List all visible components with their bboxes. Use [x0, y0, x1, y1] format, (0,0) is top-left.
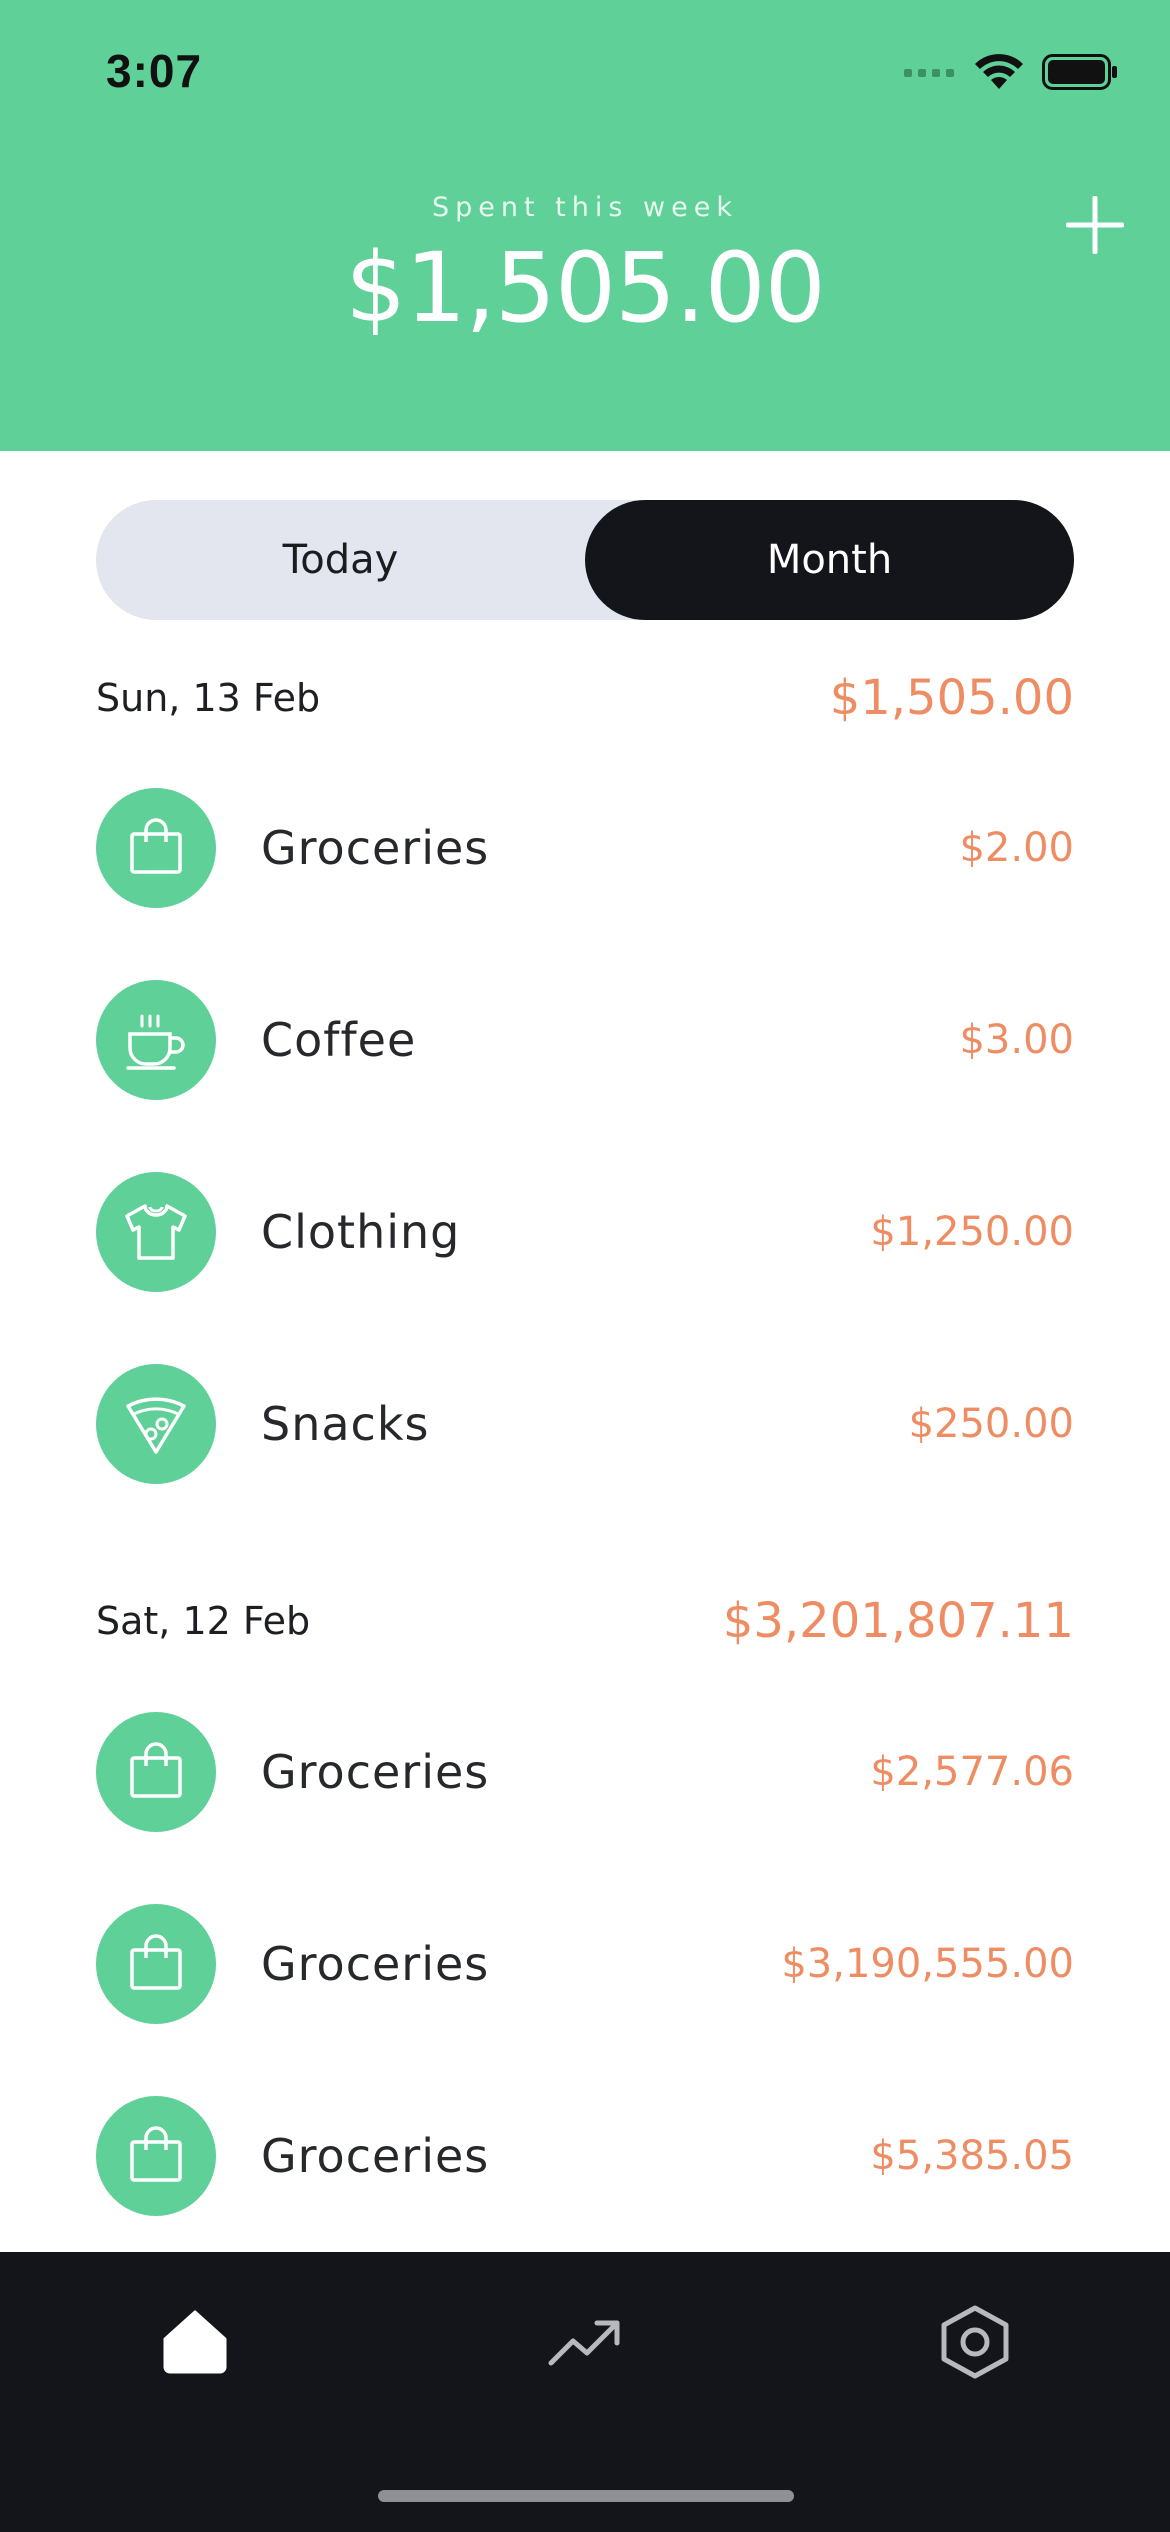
transaction-name: Snacks — [261, 1397, 430, 1451]
shopping-bag-icon — [130, 818, 182, 874]
tab-home[interactable] — [145, 2292, 245, 2392]
status-icons — [904, 52, 1118, 92]
period-segmented-control: Today Month — [96, 500, 1074, 620]
day-header: Sat, 12 Feb $3,201,807.11 — [96, 1590, 1074, 1652]
shopping-bag-icon — [130, 2126, 182, 2182]
transaction-name: Coffee — [261, 1013, 417, 1067]
category-icon-badge — [96, 980, 216, 1100]
home-icon — [163, 2310, 227, 2374]
home-indicator — [378, 2490, 794, 2502]
pizza-icon — [126, 1397, 186, 1454]
transaction-amount: $1,250.00 — [870, 1209, 1074, 1255]
category-icon-badge — [96, 1904, 216, 2024]
list-item[interactable]: Clothing $1,250.00 — [96, 1172, 1074, 1292]
transaction-amount: $2.00 — [959, 825, 1074, 871]
transaction-name: Clothing — [261, 1205, 461, 1259]
list-item[interactable]: Groceries $5,385.05 — [96, 2096, 1074, 2216]
wifi-icon — [975, 54, 1023, 89]
category-icon-badge — [96, 1712, 216, 1832]
category-icon-badge — [96, 1172, 216, 1292]
battery-icon — [1042, 54, 1117, 90]
spent-label: Spent this week — [432, 192, 738, 223]
plus-icon — [1065, 195, 1125, 255]
transaction-name: Groceries — [261, 821, 490, 875]
transaction-amount: $3,190,555.00 — [781, 1941, 1074, 1987]
tab-month[interactable]: Month — [585, 500, 1074, 620]
trending-up-icon — [548, 2320, 620, 2366]
category-icon-badge — [96, 788, 216, 908]
cellular-signal-icon — [904, 69, 954, 77]
list-item[interactable]: Snacks $250.00 — [96, 1364, 1074, 1484]
tab-trends[interactable] — [535, 2292, 635, 2392]
spent-amount: $1,505.00 — [345, 232, 826, 344]
tab-today[interactable]: Today — [96, 500, 585, 620]
list-item[interactable]: Groceries $2,577.06 — [96, 1712, 1074, 1832]
settings-hexagon-icon — [941, 2305, 1009, 2379]
add-expense-button[interactable] — [1065, 195, 1125, 255]
header: 3:07 Spent this week $1,505.00 — [0, 0, 1170, 451]
day-date: Sat, 12 Feb — [96, 1599, 311, 1643]
transaction-amount: $5,385.05 — [870, 2133, 1074, 2179]
list-item[interactable]: Groceries $3,190,555.00 — [96, 1904, 1074, 2024]
day-total: $3,201,807.11 — [722, 1593, 1074, 1649]
transaction-name: Groceries — [261, 1937, 490, 1991]
shopping-bag-icon — [130, 1742, 182, 1798]
transaction-amount: $250.00 — [908, 1401, 1074, 1447]
day-date: Sun, 13 Feb — [96, 676, 321, 720]
tab-settings[interactable] — [925, 2292, 1025, 2392]
list-item[interactable]: Coffee $3.00 — [96, 980, 1074, 1100]
day-total: $1,505.00 — [829, 670, 1074, 726]
category-icon-badge — [96, 1364, 216, 1484]
transaction-amount: $3.00 — [959, 1017, 1074, 1063]
status-time: 3:07 — [106, 45, 203, 97]
list-item[interactable]: Groceries $2.00 — [96, 788, 1074, 908]
transaction-amount: $2,577.06 — [870, 1749, 1074, 1795]
day-header: Sun, 13 Feb $1,505.00 — [96, 667, 1074, 729]
coffee-cup-icon — [126, 1014, 185, 1070]
transaction-name: Groceries — [261, 1745, 490, 1799]
shopping-bag-icon — [130, 1934, 182, 1990]
transaction-name: Groceries — [261, 2129, 490, 2183]
tshirt-icon — [125, 1204, 187, 1260]
category-icon-badge — [96, 2096, 216, 2216]
